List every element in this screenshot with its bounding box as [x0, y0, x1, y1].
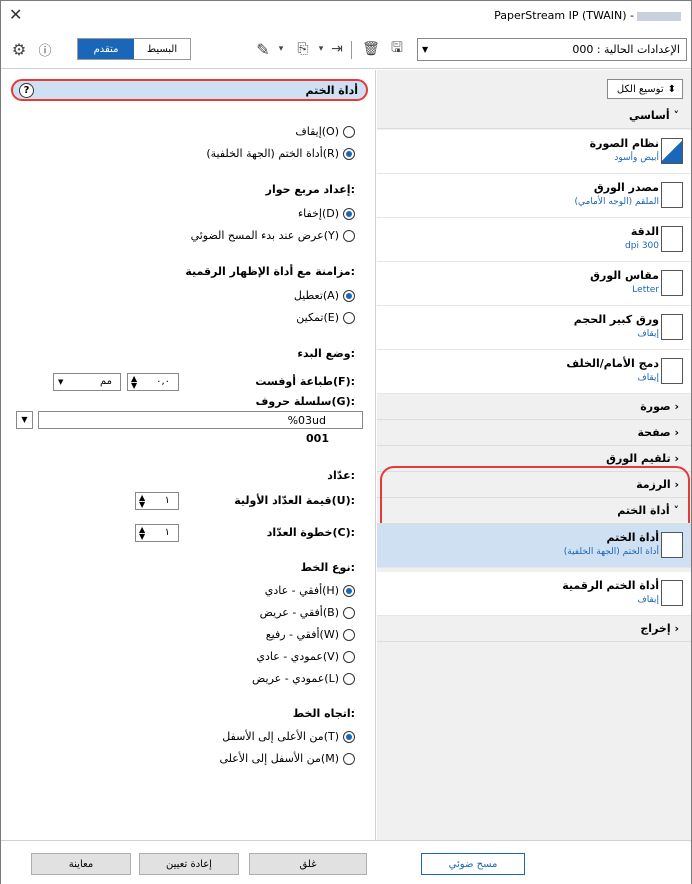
font-h-narrow-radio[interactable]: أفقي - رفيع(W) [266, 628, 355, 641]
direction-bottom-top-radio[interactable]: من الأسفل إلى الأعلى(M) [219, 752, 355, 765]
mode-toggle: متقدم البسيط [77, 38, 191, 60]
preview-button[interactable]: معاينة [31, 853, 131, 875]
radio-button[interactable] [343, 311, 355, 324]
window-title: PaperStream IP (TWAIN) - [494, 9, 681, 22]
settings-panel: ? أداة الختم إيقاف(O) أداة الختم (الجهة … [1, 70, 376, 840]
basic-mode-button[interactable]: البسيط [134, 39, 190, 59]
chevron-down-icon: ▼ [422, 45, 429, 54]
scan-button[interactable]: مسح ضوئي [421, 853, 525, 875]
radio-button[interactable] [343, 207, 355, 220]
dialog-hide-radio[interactable]: إخفاء(D) [298, 207, 355, 220]
radio-button[interactable] [343, 125, 355, 138]
sync-enable-radio[interactable]: تمكين(E) [296, 311, 355, 324]
string-dropdown-button[interactable]: ▼ [16, 411, 33, 429]
category-output[interactable]: إخراج [377, 616, 691, 642]
redacted-block [637, 11, 681, 21]
font-section-title: نوع الخط: [300, 561, 355, 574]
counter-section-title: عدّاد: [327, 469, 355, 482]
item-paper-size[interactable]: مقاس الورق Letter [377, 262, 691, 306]
offset-spinner[interactable]: ▲ ▼ ٠,٠ [127, 373, 179, 391]
expand-collapse-icon: ⬍ [667, 83, 676, 95]
spinner-arrows-icon[interactable]: ▲ ▼ [139, 526, 145, 541]
radio-button[interactable] [343, 606, 355, 619]
dialog-show-radio[interactable]: عرض عند بدء المسح الضوئي(Y) [191, 229, 355, 242]
expand-all-button[interactable]: توسيع الكل ⬍ [607, 79, 683, 99]
imprinter-icon [661, 532, 683, 558]
dialog-section-title: إعداد مربع حوار: [265, 183, 355, 196]
category-page[interactable]: صفحة [377, 420, 691, 446]
counter-step-label: خطوة العدّاد(C): [266, 526, 355, 539]
radio-button[interactable] [343, 229, 355, 242]
paper-source-icon [661, 182, 683, 208]
direction-section-title: اتجاه الخط: [292, 707, 355, 720]
radio-button[interactable] [343, 752, 355, 765]
sync-disable-radio[interactable]: تعطيل(A) [294, 289, 355, 302]
item-digital-endorser[interactable]: أداة الختم الرقمية إيقاف [377, 572, 691, 616]
counter-step-spinner[interactable]: ▲ ▼ ١ [135, 524, 179, 542]
help-icon[interactable]: ? [19, 83, 34, 98]
font-v-normal-radio[interactable]: عمودي - عادي(V) [256, 650, 355, 663]
delete-icon[interactable]: 🗑 [361, 39, 381, 59]
paper-size-icon [661, 270, 683, 296]
offset-label: طباعة أوفست(F): [255, 375, 355, 388]
advanced-mode-button[interactable]: متقدم [78, 39, 134, 59]
digital-endorser-icon [661, 580, 683, 606]
string-label: سلسلة حروف(G): [255, 395, 355, 408]
counter-initial-label: قيمة العدّاد الأولية(U): [234, 494, 355, 507]
reset-button[interactable]: إعادة تعيين [139, 853, 239, 875]
spinner-arrows-icon[interactable]: ▲ ▼ [131, 375, 137, 390]
import-icon[interactable]: ⇥ [327, 39, 347, 59]
chevron-down-icon: ▼ [58, 378, 64, 386]
gear-icon[interactable]: ⚙ [9, 39, 29, 59]
close-button[interactable]: غلق [249, 853, 367, 875]
imprinter-off-radio[interactable]: إيقاف(O) [295, 125, 355, 138]
unit-select[interactable]: ▼ مم [53, 373, 121, 391]
item-image-mode[interactable]: نظام الصورة أبيض وأسود [377, 130, 691, 174]
category-imprinter[interactable]: أداة الختم [377, 498, 691, 524]
radio-button[interactable] [343, 289, 355, 302]
toolbar: ⚙ ⓘ متقدم البسيط ✎ ▾ ⎘ ▾ ⇥ 🗑 🖫 ▼ 000 : ا… [1, 31, 691, 69]
counter-initial-spinner[interactable]: ▲ ▼ ١ [135, 492, 179, 510]
copy-icon[interactable]: ⎘ [293, 39, 313, 59]
chevron-down-icon[interactable]: ▾ [271, 39, 291, 59]
item-resolution[interactable]: الدقة dpi 300 [377, 218, 691, 262]
radio-button[interactable] [343, 628, 355, 641]
item-imprinter[interactable]: أداة الختم أداة الختم (الجهة الخلفية) [377, 524, 691, 568]
image-mode-icon [661, 138, 683, 164]
font-v-bold-radio[interactable]: عمودي - عريض(L) [252, 672, 355, 685]
imprinter-back-radio[interactable]: أداة الختم (الجهة الخلفية)(R) [206, 147, 355, 160]
settings-tree: توسيع الكل⬍ أساسي نظام الصورة أبيض وأسود… [377, 70, 691, 840]
start-section-title: وضع البدء: [297, 347, 355, 360]
close-icon[interactable]: ✕ [9, 5, 22, 24]
toolbar-divider [351, 41, 352, 59]
save-icon[interactable]: 🖫 [387, 39, 407, 59]
edit-profile-icon[interactable]: ✎ [253, 39, 273, 59]
string-input[interactable]: %03ud [38, 411, 363, 429]
font-h-normal-radio[interactable]: أفقي - عادي(H) [265, 584, 355, 597]
title-bar: ✕ PaperStream IP (TWAIN) - [1, 1, 691, 31]
radio-button[interactable] [343, 147, 355, 160]
category-basic[interactable]: أساسي [377, 103, 691, 129]
paperstream-window: ✕ PaperStream IP (TWAIN) - ⚙ ⓘ متقدم الب… [0, 0, 692, 884]
footer-bar: معاينة إعادة تعيين غلق مسح ضوئي [1, 840, 691, 884]
font-h-bold-radio[interactable]: أفقي - عريض(B) [260, 606, 355, 619]
direction-top-bottom-radio[interactable]: من الأعلى إلى الأسفل(T) [222, 730, 355, 743]
long-paper-icon [661, 314, 683, 340]
profile-select[interactable]: ▼ 000 : الإعدادات الحالية [417, 38, 687, 61]
sync-section-title: مزامنة مع أداة الإظهار الرقمية: [185, 265, 355, 278]
merge-icon [661, 358, 683, 384]
radio-button[interactable] [343, 730, 355, 743]
spinner-arrows-icon[interactable]: ▲ ▼ [139, 494, 145, 509]
category-image[interactable]: صورة [377, 394, 691, 420]
radio-button[interactable] [343, 672, 355, 685]
radio-button[interactable] [343, 584, 355, 597]
item-paper-source[interactable]: مصدر الورق الملقم (الوجه الأمامي) [377, 174, 691, 218]
string-preview: 001 [306, 432, 329, 445]
imprinter-header: ? أداة الختم [11, 79, 368, 101]
radio-button[interactable] [343, 650, 355, 663]
item-long-paper[interactable]: ورق كبير الحجم إيقاف [377, 306, 691, 350]
item-merge-front-back[interactable]: دمج الأمام/الخلف إيقاف [377, 350, 691, 394]
resolution-icon [661, 226, 683, 252]
info-icon[interactable]: ⓘ [35, 39, 55, 59]
